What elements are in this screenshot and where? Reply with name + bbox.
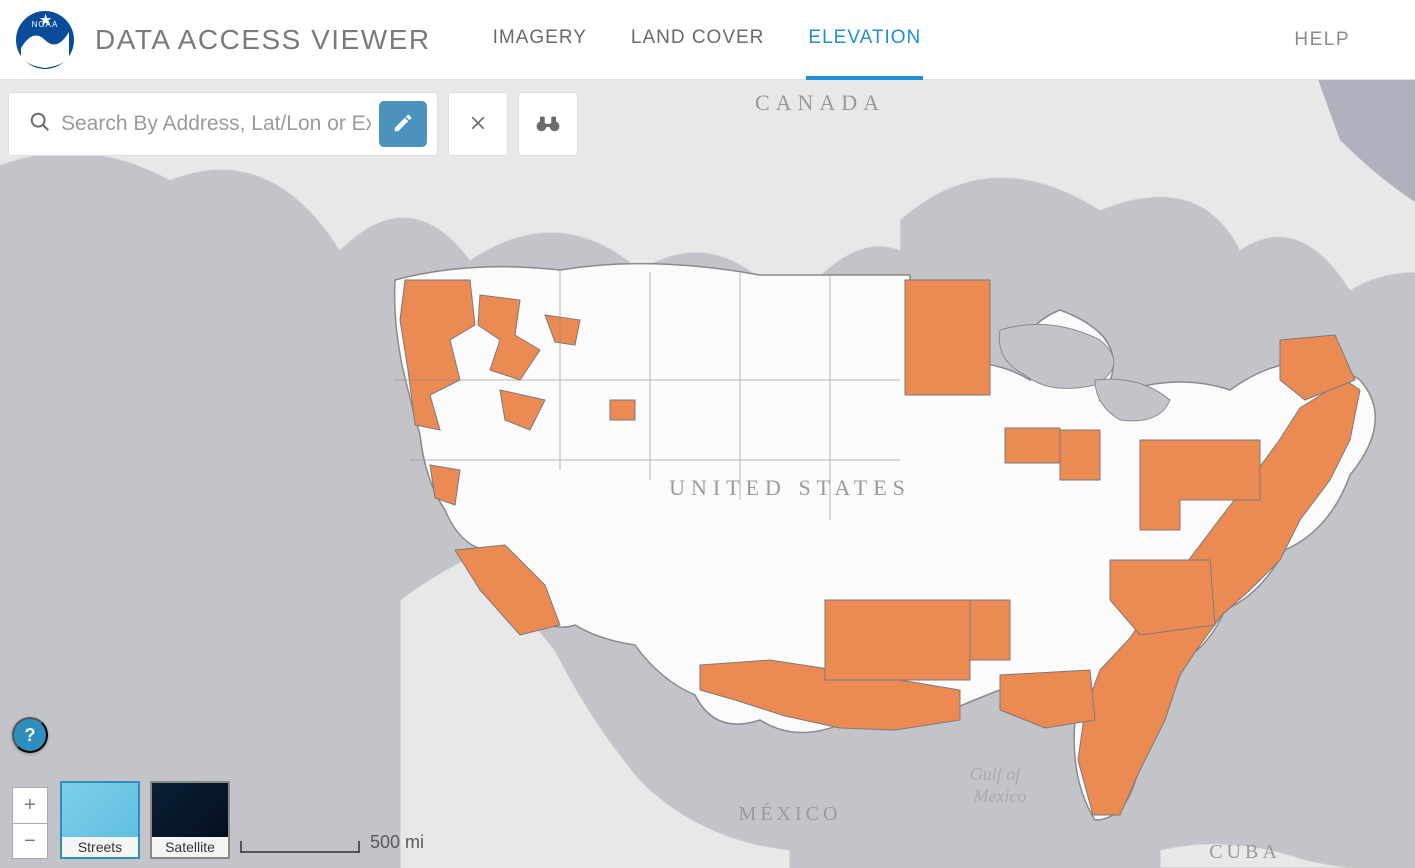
nav-tabs: IMAGERY LAND COVER ELEVATION bbox=[491, 0, 924, 80]
search-toolbar bbox=[8, 92, 578, 156]
basemap-streets[interactable]: Streets bbox=[60, 781, 140, 859]
map-help-button[interactable]: ? bbox=[12, 717, 48, 753]
scale-label: 500 mi bbox=[370, 832, 424, 853]
zoom-to-extent-button[interactable] bbox=[518, 92, 578, 156]
svg-text:NOAA: NOAA bbox=[32, 20, 59, 29]
header: NOAA DATA ACCESS VIEWER IMAGERY LAND COV… bbox=[0, 0, 1415, 80]
satellite-thumbnail bbox=[152, 783, 228, 837]
map-label-gulf2: Mexico bbox=[973, 786, 1027, 806]
map-label-gulf1: Gulf of bbox=[970, 764, 1024, 784]
pencil-icon bbox=[392, 112, 414, 137]
binoculars-icon bbox=[535, 112, 561, 137]
scale-line bbox=[240, 841, 360, 853]
basemap-switcher: Streets Satellite bbox=[60, 781, 230, 859]
map[interactable]: CANADA UNITED STATES MÉXICO CUBA Gulf of… bbox=[0, 80, 1415, 868]
basemap-label: Streets bbox=[62, 837, 138, 857]
draw-extent-button[interactable] bbox=[379, 101, 427, 147]
noaa-logo: NOAA bbox=[15, 10, 75, 70]
map-label-canada: CANADA bbox=[755, 90, 885, 115]
zoom-out-button[interactable]: − bbox=[12, 823, 48, 859]
zoom-in-button[interactable]: + bbox=[12, 787, 48, 823]
map-label-usa: UNITED STATES bbox=[669, 475, 911, 500]
help-link[interactable]: HELP bbox=[1294, 29, 1400, 51]
search-icon bbox=[19, 111, 61, 138]
zoom-controls: + − bbox=[12, 787, 48, 859]
clear-search-button[interactable] bbox=[448, 92, 508, 156]
map-canvas[interactable]: CANADA UNITED STATES MÉXICO CUBA Gulf of… bbox=[0, 80, 1415, 868]
tab-land-cover[interactable]: LAND COVER bbox=[629, 0, 767, 80]
map-label-mexico: MÉXICO bbox=[739, 802, 842, 825]
tab-elevation[interactable]: ELEVATION bbox=[806, 0, 923, 80]
tab-imagery[interactable]: IMAGERY bbox=[491, 0, 589, 80]
search-box bbox=[8, 92, 438, 156]
close-icon bbox=[468, 113, 488, 136]
search-input[interactable] bbox=[61, 112, 371, 136]
basemap-label: Satellite bbox=[152, 837, 228, 857]
map-label-cuba: CUBA bbox=[1209, 841, 1281, 863]
scale-bar: 500 mi bbox=[240, 832, 424, 853]
app-title: DATA ACCESS VIEWER bbox=[95, 24, 431, 56]
basemap-satellite[interactable]: Satellite bbox=[150, 781, 230, 859]
streets-thumbnail bbox=[62, 783, 138, 837]
